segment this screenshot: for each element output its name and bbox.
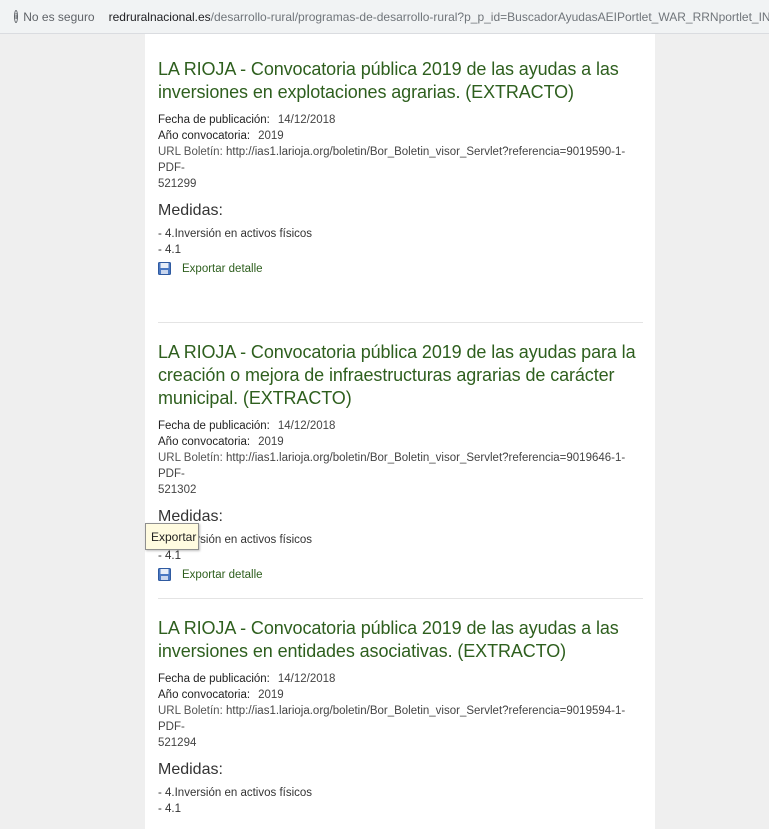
anio-label: Año convocatoria: xyxy=(158,689,251,701)
anio-value: 2019 xyxy=(258,436,284,448)
fecha-value: 14/12/2018 xyxy=(277,420,336,432)
fecha-label: Fecha de publicación: xyxy=(158,114,270,126)
divider xyxy=(158,322,643,323)
result-entry: LA RIOJA - Convocatoria pública 2019 de … xyxy=(158,341,643,581)
entry-title[interactable]: LA RIOJA - Convocatoria pública 2019 de … xyxy=(158,341,643,410)
url-label: URL Boletín: xyxy=(158,452,223,464)
boletin-link[interactable]: http://ias1.larioja.org/boletin/Bor_Bole… xyxy=(158,452,625,480)
anio-label: Año convocatoria: xyxy=(158,130,251,142)
url-label: URL Boletín: xyxy=(158,146,223,158)
anio-label: Año convocatoria: xyxy=(158,436,251,448)
export-tooltip: Exportar xyxy=(145,523,199,550)
results-panel: LA RIOJA - Convocatoria pública 2019 de … xyxy=(145,34,655,829)
url-path[interactable]: /desarrollo-rural/programas-de-desarroll… xyxy=(211,10,769,24)
medida-item: - 4.1 xyxy=(158,244,182,256)
medida-item: - 4.1 xyxy=(158,803,182,815)
medida-item: - 4.1 xyxy=(158,550,182,562)
medidas-heading: Medidas: xyxy=(158,761,223,778)
boletin-link-cont[interactable]: 521299 xyxy=(158,176,643,192)
entry-title[interactable]: LA RIOJA - Convocatoria pública 2019 de … xyxy=(158,617,643,663)
address-bar[interactable]: i No es seguro redruralnacional.es/desar… xyxy=(0,0,769,34)
info-icon[interactable]: i xyxy=(14,10,19,23)
export-detail-label[interactable]: Exportar detalle xyxy=(182,569,263,581)
entry-title[interactable]: LA RIOJA - Convocatoria pública 2019 de … xyxy=(158,58,643,104)
fecha-value: 14/12/2018 xyxy=(277,114,336,126)
fecha-value: 14/12/2018 xyxy=(277,673,336,685)
boletin-link-cont[interactable]: 521294 xyxy=(158,735,643,751)
fecha-label: Fecha de publicación: xyxy=(158,673,270,685)
result-entry: LA RIOJA - Convocatoria pública 2019 de … xyxy=(158,617,643,817)
medidas-heading: Medidas: xyxy=(158,508,223,525)
medida-item: - 4.Inversión en activos físicos xyxy=(158,534,313,546)
export-detail-link[interactable]: Exportar detalle xyxy=(158,262,643,275)
export-detail-label[interactable]: Exportar detalle xyxy=(182,263,263,275)
boletin-link[interactable]: http://ias1.larioja.org/boletin/Bor_Bole… xyxy=(158,146,625,174)
export-detail-link[interactable]: Exportar detalle xyxy=(158,568,643,581)
anio-value: 2019 xyxy=(258,689,284,701)
url-label: URL Boletín: xyxy=(158,705,223,717)
result-entry: LA RIOJA - Convocatoria pública 2019 de … xyxy=(158,58,643,275)
medidas-heading: Medidas: xyxy=(158,202,223,219)
security-label[interactable]: No es seguro xyxy=(23,10,94,24)
boletin-link[interactable]: http://ias1.larioja.org/boletin/Bor_Bole… xyxy=(158,705,625,733)
fecha-label: Fecha de publicación: xyxy=(158,420,270,432)
medida-item: - 4.Inversión en activos físicos xyxy=(158,228,313,240)
save-disk-icon[interactable] xyxy=(158,568,171,581)
url-host[interactable]: redruralnacional.es xyxy=(109,10,211,24)
medida-item: - 4.Inversión en activos físicos xyxy=(158,787,313,799)
divider xyxy=(158,598,643,599)
anio-value: 2019 xyxy=(258,130,284,142)
boletin-link-cont[interactable]: 521302 xyxy=(158,482,643,498)
save-disk-icon[interactable] xyxy=(158,262,171,275)
